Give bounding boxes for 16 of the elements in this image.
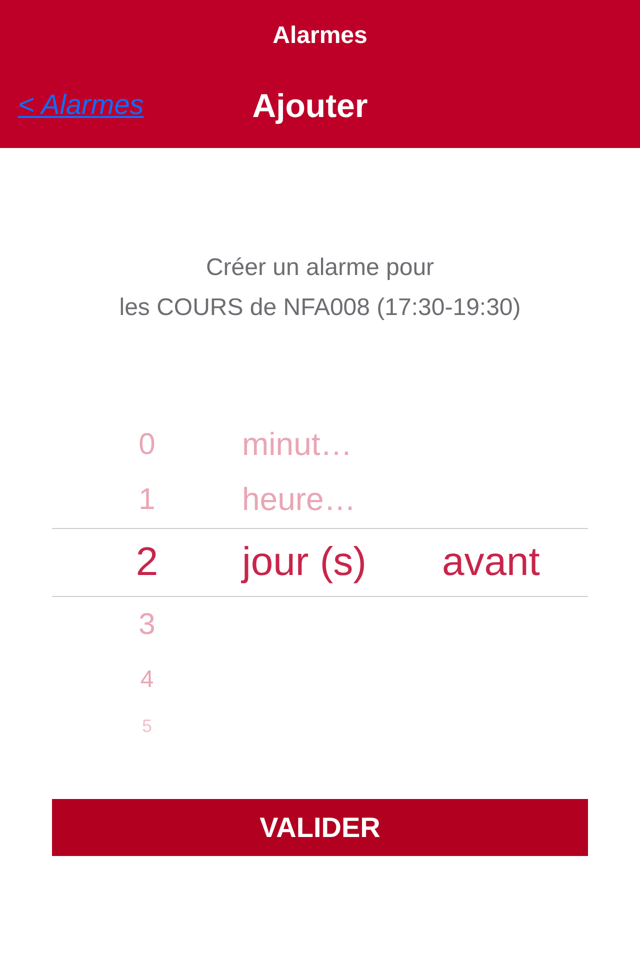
picker-option[interactable]: heure… <box>242 481 356 517</box>
picker-option[interactable]: 3 <box>138 608 156 641</box>
picker-option[interactable]: jour (s) <box>242 540 366 584</box>
page-title: Ajouter <box>252 86 368 126</box>
intro-text: les COURS de NFA008 (17:30-19:30) <box>118 293 522 323</box>
picker-option[interactable]: 5 <box>142 716 152 736</box>
picker-option[interactable]: minut… <box>242 426 352 462</box>
picker-option[interactable]: 1 <box>138 482 156 516</box>
picker-option[interactable]: 0 <box>138 428 156 460</box>
picker-option[interactable]: 4 <box>140 666 154 692</box>
screen-title: Alarmes <box>272 21 368 51</box>
validate-button[interactable]: VALIDER <box>52 799 588 856</box>
picker-option[interactable]: avant <box>442 540 540 584</box>
back-link[interactable]: < Alarmes <box>18 84 144 126</box>
picker-option[interactable]: 2 <box>136 540 158 584</box>
intro-text: Créer un alarme pour <box>204 253 436 283</box>
